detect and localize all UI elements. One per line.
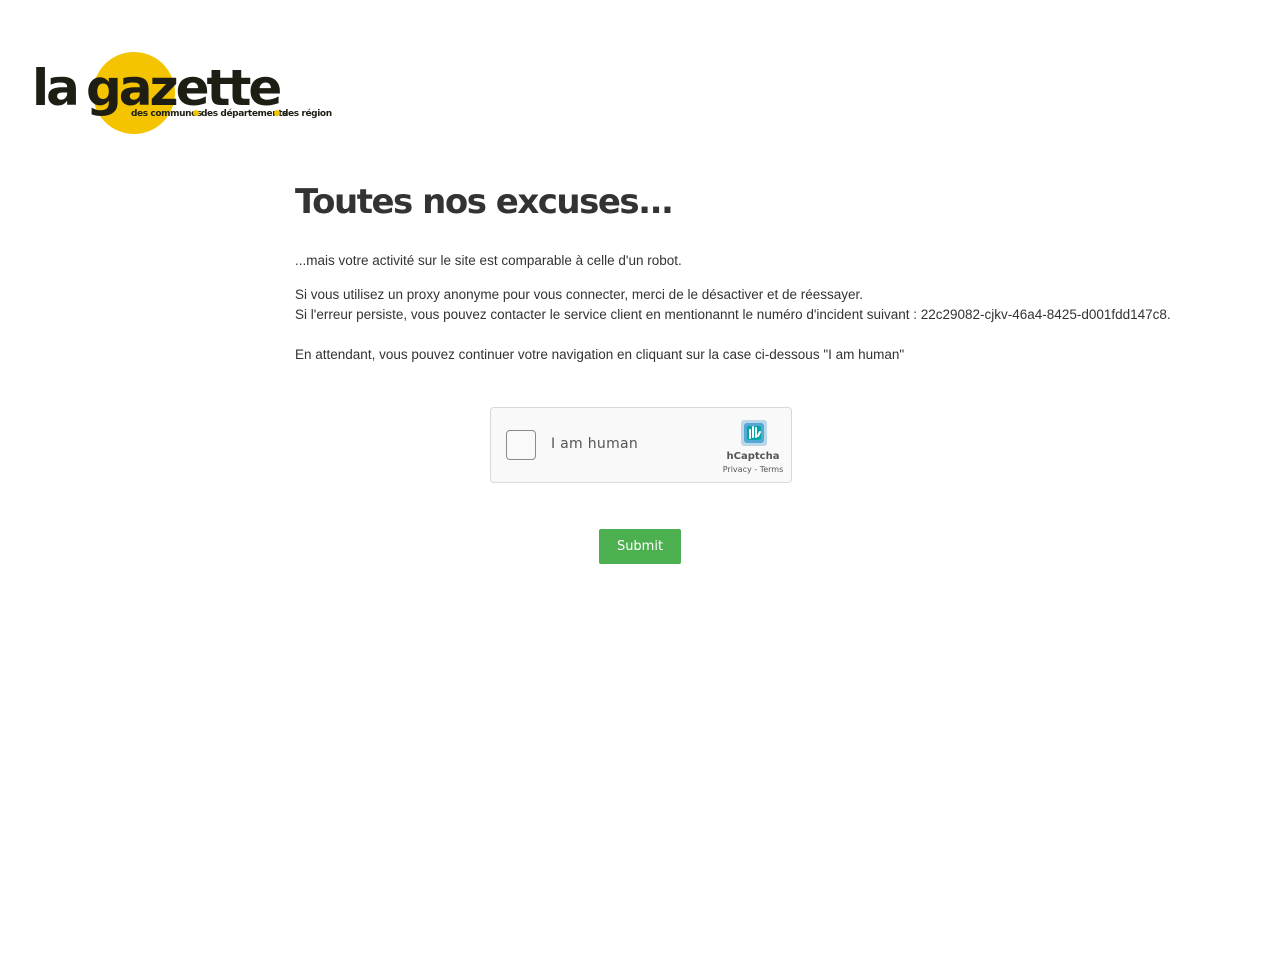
- hcaptcha-links: Privacy - Terms: [715, 465, 791, 474]
- captcha-label: I am human: [551, 436, 639, 452]
- logo-tagline-communes: des communes: [131, 109, 202, 119]
- submit-button[interactable]: Submit: [599, 529, 681, 564]
- proxy-notice: Si vous utilisez un proxy anonyme pour v…: [295, 287, 864, 302]
- captcha-checkbox[interactable]: [506, 430, 536, 460]
- logo-text-la: la: [32, 59, 77, 117]
- links-separator: -: [751, 465, 760, 474]
- privacy-link[interactable]: Privacy: [723, 465, 752, 474]
- hcaptcha-widget: I am human hCaptcha Privacy - Terms: [490, 407, 792, 483]
- hcaptcha-hand-icon: [737, 416, 771, 450]
- robot-notice: ...mais votre activité sur le site est c…: [295, 253, 682, 268]
- navigation-notice: En attendant, vous pouvez continuer votr…: [295, 347, 905, 362]
- site-logo: la gazette des communes des départements…: [32, 50, 332, 140]
- incident-notice: Si l'erreur persiste, vous pouvez contac…: [295, 307, 1171, 322]
- error-content: Toutes nos excuses... ...mais votre acti…: [295, 180, 1235, 365]
- page-title: Toutes nos excuses...: [295, 182, 674, 222]
- logo-tagline-regions: des régions: [282, 108, 332, 119]
- terms-link[interactable]: Terms: [760, 465, 784, 474]
- hcaptcha-brand: hCaptcha: [726, 451, 780, 462]
